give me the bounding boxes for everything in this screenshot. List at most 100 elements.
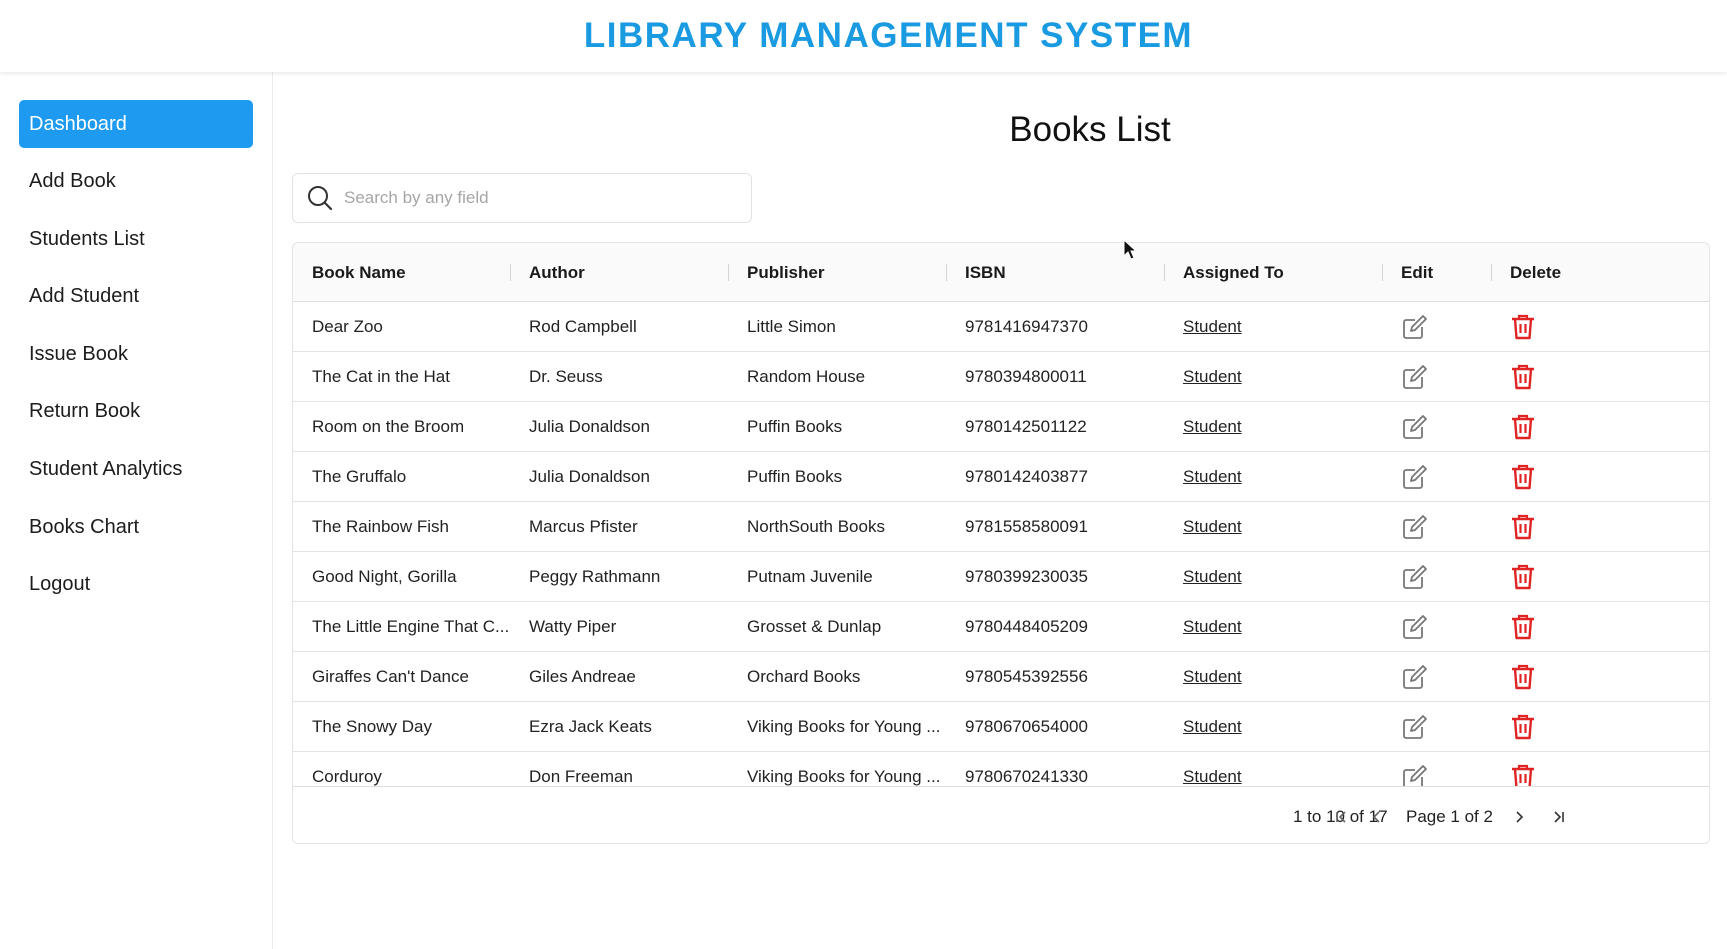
trash-icon[interactable] xyxy=(1503,502,1543,552)
trash-icon[interactable] xyxy=(1503,352,1543,402)
books-table: Book Name Author Publisher ISBN Assigned… xyxy=(292,242,1710,844)
search-input[interactable] xyxy=(344,188,744,208)
trash-icon[interactable] xyxy=(1503,402,1543,452)
table-body: Dear Zoo Rod Campbell Little Simon 97814169… xyxy=(293,302,1709,786)
book-name-cell: The Rainbow Fish xyxy=(312,517,450,536)
sidebar-item-add-student[interactable]: Add Student xyxy=(19,272,253,320)
trash-icon[interactable] xyxy=(1503,752,1543,786)
column-header-publisher[interactable]: Publisher xyxy=(747,243,824,302)
column-resize-handle[interactable] xyxy=(1164,264,1165,281)
column-header-book-name[interactable]: Book Name xyxy=(312,243,406,302)
app-header: LIBRARY MANAGEMENT SYSTEM xyxy=(0,0,1727,72)
assigned-to-link[interactable]: Student xyxy=(1183,552,1383,602)
trash-icon[interactable] xyxy=(1503,702,1543,752)
table-row[interactable]: Dear Zoo Rod Campbell Little Simon 97814169… xyxy=(293,302,1709,352)
table-row[interactable]: The Snowy Day Ezra Jack Keats Viking Books… xyxy=(293,702,1709,752)
table-row[interactable]: Good Night, Gorilla Peggy Rathmann Putnam … xyxy=(293,552,1709,602)
isbn-cell: 9780670654000 xyxy=(965,717,1088,736)
column-resize-handle[interactable] xyxy=(1382,264,1383,281)
sidebar-item-student-analytics[interactable]: Student Analytics xyxy=(19,445,253,493)
column-header-edit[interactable]: Edit xyxy=(1401,243,1433,302)
trash-icon[interactable] xyxy=(1503,452,1543,502)
table-row[interactable]: Room on the Broom Julia Donaldson Puffin B… xyxy=(293,402,1709,452)
column-header-assigned-to[interactable]: Assigned To xyxy=(1183,243,1284,302)
assigned-to-link[interactable]: Student xyxy=(1183,452,1383,502)
sidebar-item-dashboard[interactable]: Dashboard xyxy=(19,100,253,148)
sidebar-item-issue-book[interactable]: Issue Book xyxy=(19,330,253,378)
assigned-to-link[interactable]: Student xyxy=(1183,652,1383,702)
edit-icon[interactable] xyxy=(1395,352,1435,402)
assigned-to-link[interactable]: Student xyxy=(1183,502,1383,552)
table-row[interactable]: Corduroy Don Freeman Viking Books for Youn… xyxy=(293,752,1709,786)
trash-icon[interactable] xyxy=(1503,602,1543,652)
column-resize-handle[interactable] xyxy=(728,264,729,281)
trash-icon[interactable] xyxy=(1503,552,1543,602)
table-row[interactable]: The Rainbow Fish Marcus Pfister NorthSouth… xyxy=(293,502,1709,552)
book-name-cell: The Cat in the Hat xyxy=(312,367,450,386)
publisher-cell: Random House xyxy=(747,367,866,386)
sidebar-item-add-book[interactable]: Add Book xyxy=(19,157,253,205)
column-header-isbn[interactable]: ISBN xyxy=(965,243,1006,302)
book-name-cell: Room on the Broom xyxy=(312,417,465,436)
search-icon xyxy=(306,184,334,212)
table-row[interactable]: The Gruffalo Julia Donaldson Puffin Books 9… xyxy=(293,452,1709,502)
isbn-cell: 9780670241330 xyxy=(965,767,1088,786)
author-cell: Rod Campbell xyxy=(529,317,637,336)
assigned-to-link[interactable]: Student xyxy=(1183,352,1383,402)
sidebar-item-books-chart[interactable]: Books Chart xyxy=(19,503,253,551)
table-row[interactable]: The Little Engine That C... Watty Piper Gr… xyxy=(293,602,1709,652)
main-content: Books List Book Name Author Publisher IS… xyxy=(273,72,1727,949)
edit-icon[interactable] xyxy=(1395,302,1435,352)
table-header: Book Name Author Publisher ISBN Assigned… xyxy=(293,243,1709,302)
prev-page-icon[interactable] xyxy=(1364,787,1390,843)
book-name-cell: Good Night, Gorilla xyxy=(312,567,457,586)
next-page-icon[interactable] xyxy=(1506,787,1532,843)
search-box[interactable] xyxy=(292,173,752,223)
trash-icon[interactable] xyxy=(1503,652,1543,702)
sidebar-item-return-book[interactable]: Return Book xyxy=(19,387,253,435)
mouse-cursor-icon xyxy=(1123,239,1138,260)
author-cell: Marcus Pfister xyxy=(529,517,638,536)
publisher-cell: Puffin Books xyxy=(747,417,843,436)
first-page-icon[interactable] xyxy=(1329,787,1355,843)
last-page-icon[interactable] xyxy=(1545,787,1571,843)
edit-icon[interactable] xyxy=(1395,602,1435,652)
column-resize-handle[interactable] xyxy=(1491,264,1492,281)
edit-icon[interactable] xyxy=(1395,402,1435,452)
sidebar-item-students-list[interactable]: Students List xyxy=(19,215,253,263)
publisher-cell: Puffin Books xyxy=(747,467,843,486)
assigned-to-link[interactable]: Student xyxy=(1183,702,1383,752)
trash-icon[interactable] xyxy=(1503,302,1543,352)
table-row[interactable]: Giraffes Can't Dance Giles Andreae Orchard… xyxy=(293,652,1709,702)
column-resize-handle[interactable] xyxy=(510,264,511,281)
edit-icon[interactable] xyxy=(1395,702,1435,752)
isbn-cell: 9780399230035 xyxy=(965,567,1088,586)
assigned-to-link[interactable]: Student xyxy=(1183,302,1383,352)
assigned-to-link[interactable]: Student xyxy=(1183,402,1383,452)
edit-icon[interactable] xyxy=(1395,452,1435,502)
sidebar-item-logout[interactable]: Logout xyxy=(19,560,253,608)
table-row[interactable]: The Cat in the Hat Dr. Seuss Random House 9… xyxy=(293,352,1709,402)
edit-icon[interactable] xyxy=(1395,652,1435,702)
edit-icon[interactable] xyxy=(1395,502,1435,552)
isbn-cell: 9781558580091 xyxy=(965,517,1088,536)
publisher-cell: Grosset & Dunlap xyxy=(747,617,882,636)
book-name-cell: Giraffes Can't Dance xyxy=(312,667,469,686)
edit-icon[interactable] xyxy=(1395,752,1435,786)
column-header-author[interactable]: Author xyxy=(529,243,585,302)
book-name-cell: Corduroy xyxy=(312,767,382,786)
author-cell: Ezra Jack Keats xyxy=(529,717,652,736)
sidebar: Dashboard Add Book Students List Add Studen… xyxy=(0,72,273,949)
column-resize-handle[interactable] xyxy=(946,264,947,281)
assigned-to-link[interactable]: Student xyxy=(1183,752,1383,786)
isbn-cell: 9780142501122 xyxy=(965,417,1087,436)
edit-icon[interactable] xyxy=(1395,552,1435,602)
book-name-cell: Dear Zoo xyxy=(312,317,383,336)
publisher-cell: Viking Books for Young ... xyxy=(747,717,941,736)
assigned-to-link[interactable]: Student xyxy=(1183,602,1383,652)
publisher-cell: Little Simon xyxy=(747,317,836,336)
column-header-delete[interactable]: Delete xyxy=(1510,243,1561,302)
book-name-cell: The Little Engine That C... xyxy=(312,617,510,636)
isbn-cell: 9780545392556 xyxy=(965,667,1088,686)
publisher-cell: NorthSouth Books xyxy=(747,517,885,536)
